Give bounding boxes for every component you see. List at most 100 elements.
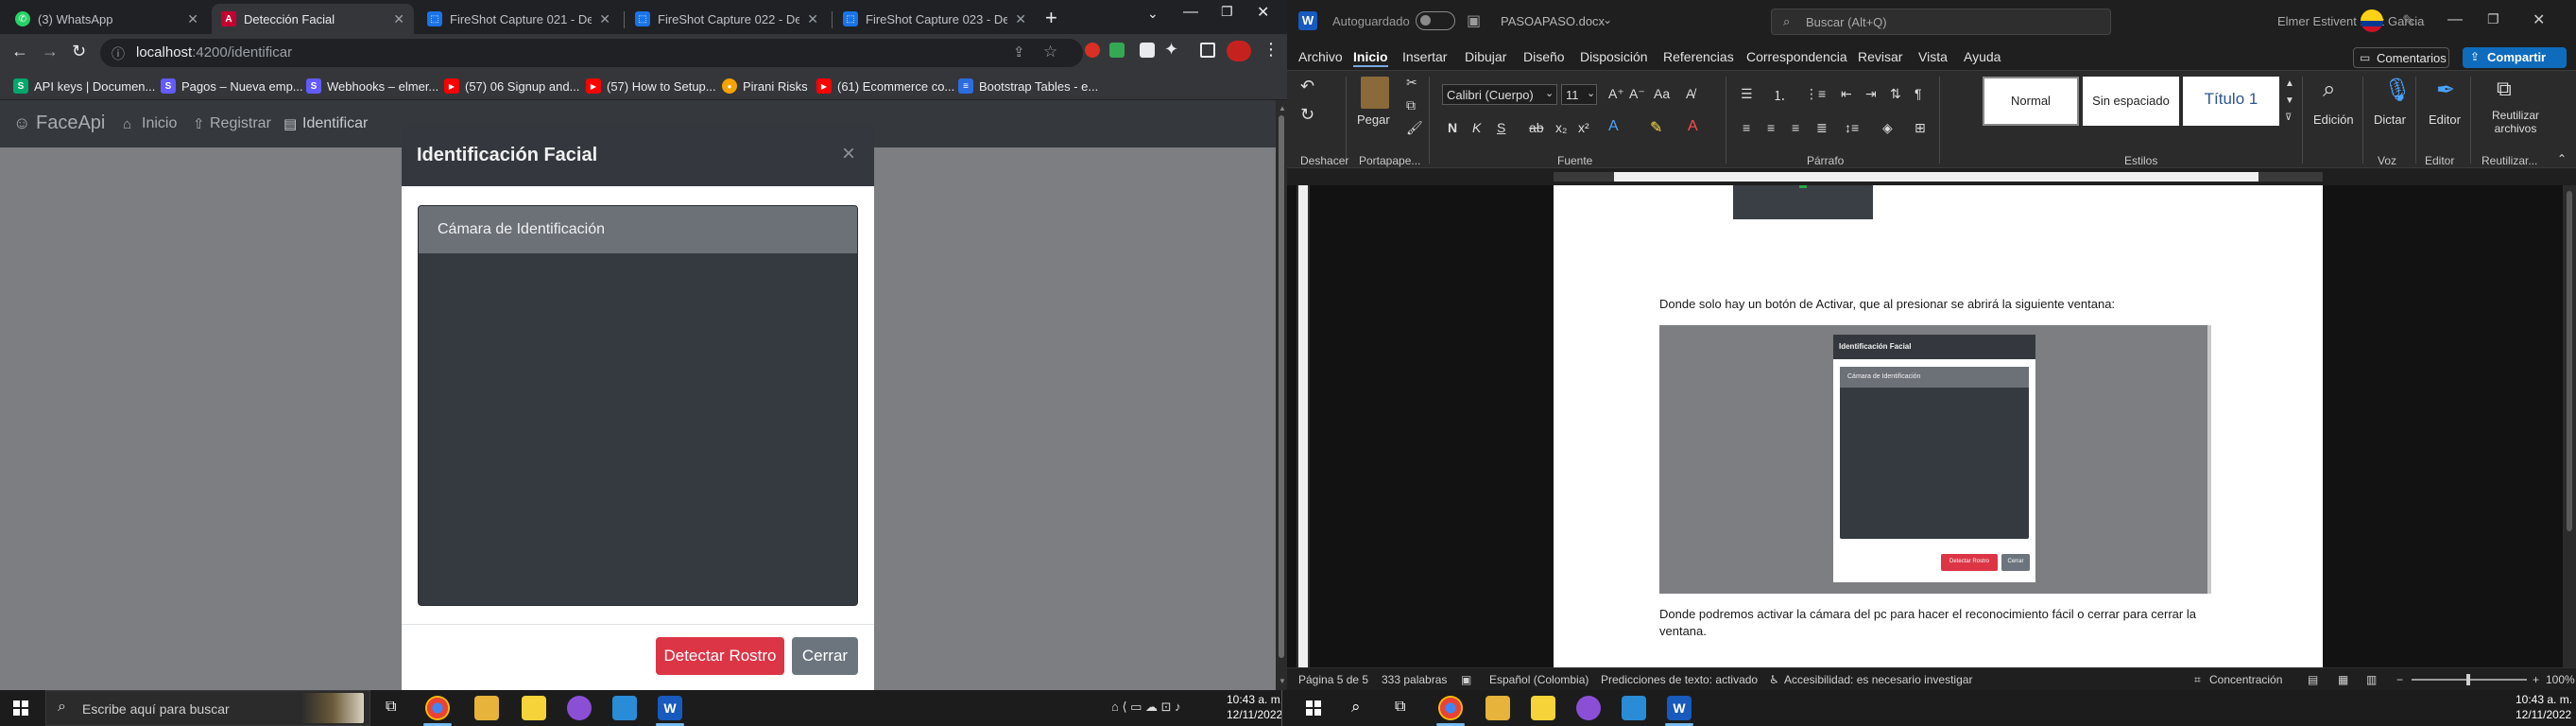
tab-search-icon[interactable]: ⌄ [1147,6,1159,22]
strikethrough-icon[interactable]: ab [1529,120,1544,135]
minimize-button[interactable]: — [2447,11,2463,28]
close-icon[interactable]: ✕ [1015,11,1026,27]
close-window-button[interactable]: ✕ [2533,10,2545,29]
kebab-menu-icon[interactable]: ⋮ [1262,40,1279,60]
tab-fireshot-023[interactable]: ⬚ FireShot Capture 023 - Dete ✕ [833,4,1036,34]
search-icon[interactable]: ⌕ [1351,698,1361,717]
file-explorer-icon[interactable] [474,696,499,720]
forward-arrow-icon[interactable]: → [42,42,59,61]
zoom-level[interactable]: 100% [2546,673,2575,686]
read-mode-icon[interactable]: ▤ [2308,673,2318,686]
tab-disposicion[interactable]: Disposición [1580,49,1648,64]
subscript-icon[interactable]: x₂ [1555,120,1567,135]
share-button[interactable]: ⇪ Compartir [2463,47,2567,68]
doc-name[interactable]: PASOAPASO.docx [1501,14,1605,28]
styles-scroll-up-icon[interactable]: ▲ [2285,78,2294,89]
proofing-icon[interactable]: ▣ [1461,673,1471,686]
undo-icon[interactable]: ↶ [1300,77,1314,96]
styles-scroll-down-icon[interactable]: ▼ [2285,95,2294,106]
windows-start-icon[interactable] [1306,700,1321,716]
close-icon[interactable]: ✕ [599,11,610,27]
underline-icon[interactable]: S [1497,120,1505,135]
bookmark-item[interactable]: S Webhooks – elmer... [306,76,438,96]
tab-referencias[interactable]: Referencias [1663,49,1734,64]
word-taskbar-icon[interactable]: W [1667,696,1692,720]
brand[interactable]: FaceApi [36,112,105,134]
close-icon[interactable]: ✕ [393,11,404,27]
reload-icon[interactable]: ↻ [72,42,86,61]
editor-button[interactable]: Editor [2429,112,2461,127]
font-name-select[interactable]: Calibri (Cuerpo) ⌄ [1442,84,1557,105]
accessibility-status[interactable]: Accesibilidad: es necesario investigar [1784,673,1972,686]
tab-ayuda[interactable]: Ayuda [1964,49,2001,64]
star-icon[interactable]: ☆ [1043,43,1057,61]
style-normal[interactable]: Normal [1983,77,2079,126]
dictate-button[interactable]: Dictar [2374,112,2406,127]
bullets-icon[interactable]: ☰ [1741,86,1753,102]
share-icon[interactable]: ⇪ [1013,43,1025,60]
highlight-icon[interactable]: ✎ [1650,118,1662,137]
format-painter-icon[interactable]: 🖌 [1406,120,1423,136]
back-arrow-icon[interactable]: ← [11,42,28,61]
sticky-notes-icon[interactable] [522,696,546,720]
file-explorer-icon[interactable] [1485,696,1510,720]
close-icon[interactable]: × [842,141,855,167]
scrollbar-thumb[interactable] [2567,191,2572,531]
document-scrollbar[interactable] [2563,185,2576,667]
restore-button[interactable]: ❐ [1221,4,1233,20]
detect-face-button[interactable]: Detectar Rostro [656,637,784,675]
new-tab-button[interactable]: + [1045,6,1057,30]
zoom-slider-thumb[interactable] [2466,674,2470,685]
bookmark-item[interactable]: ▶ (61) Ecommerce co... [816,76,954,96]
minimize-button[interactable]: — [1183,4,1198,21]
tab-correspondencia[interactable]: Correspondencia [1746,49,1847,64]
focus-mode[interactable]: Concentración [2209,673,2282,686]
puzzle-icon[interactable]: ✦ [1164,40,1178,60]
sort-icon[interactable]: ⇅ [1890,86,1901,102]
numbering-icon[interactable]: ⒈ [1773,86,1786,105]
bookmark-item[interactable]: ▶ (57) How to Setup... [586,76,716,96]
zoom-in-icon[interactable]: + [2533,673,2539,686]
vscode-icon[interactable] [612,696,637,720]
restore-button[interactable]: ❐ [2487,11,2499,27]
extension-red-icon[interactable] [1085,43,1100,62]
page-scrollbar[interactable]: ▲ ▼ [1276,100,1287,690]
vscode-icon[interactable] [1622,696,1646,720]
font-color-icon[interactable]: A [1688,118,1698,135]
horizontal-ruler[interactable] [1287,168,2576,185]
clipboard-icon[interactable] [1361,77,1389,109]
text-predictions[interactable]: Predicciones de texto: activado [1601,673,1758,686]
decrease-indent-icon[interactable]: ⇤ [1841,86,1852,102]
shading-icon[interactable]: ◈ [1882,120,1893,136]
nav-inicio[interactable]: Inicio [142,115,177,132]
avatar[interactable] [1227,41,1251,61]
web-layout-icon[interactable]: ▥ [2366,673,2377,686]
task-view-icon[interactable]: ⧉ [1395,699,1405,716]
taskbar-clock-date[interactable]: 12/11/2022 [1227,708,1282,721]
nav-identificar[interactable]: Identificar [302,115,368,132]
multilevel-list-icon[interactable]: ⋮≡ [1805,86,1826,102]
microphone-icon[interactable]: 🎙 [2383,77,2412,104]
extension-green-icon[interactable] [1109,43,1125,62]
nav-registrar[interactable]: Registrar [210,115,271,132]
autosave-toggle[interactable] [1416,11,1455,30]
tab-insertar[interactable]: Insertar [1402,49,1447,64]
task-view-icon[interactable]: ⧉ [386,699,396,716]
search-icon[interactable]: ⌕ [2323,77,2335,103]
edit-button[interactable]: Edición [2313,112,2354,127]
redo-icon[interactable]: ↻ [1300,105,1314,125]
collapse-ribbon-icon[interactable]: ⌃ [2557,152,2567,165]
comments-button[interactable]: ▭ Comentarios [2353,47,2449,68]
chrome-taskbar-icon[interactable] [425,696,450,720]
scrollbar-thumb[interactable] [1279,115,1284,658]
save-icon[interactable]: ▣ [1467,11,1481,30]
tab-inicio[interactable]: Inicio [1353,49,1388,67]
tab-revisar[interactable]: Revisar [1858,49,1902,64]
font-size-select[interactable]: 11 ⌄ [1561,84,1597,105]
taskbar-clock-date[interactable]: 12/11/2022 [2516,708,2571,721]
shrink-font-icon[interactable]: A⁻ [1629,86,1645,102]
word-taskbar-icon[interactable]: W [658,696,682,720]
search-box[interactable]: ⌕ Buscar (Alt+Q) [1771,9,2111,35]
close-button[interactable]: Cerrar [792,637,858,675]
style-no-spacing[interactable]: Sin espaciado [2083,77,2179,126]
